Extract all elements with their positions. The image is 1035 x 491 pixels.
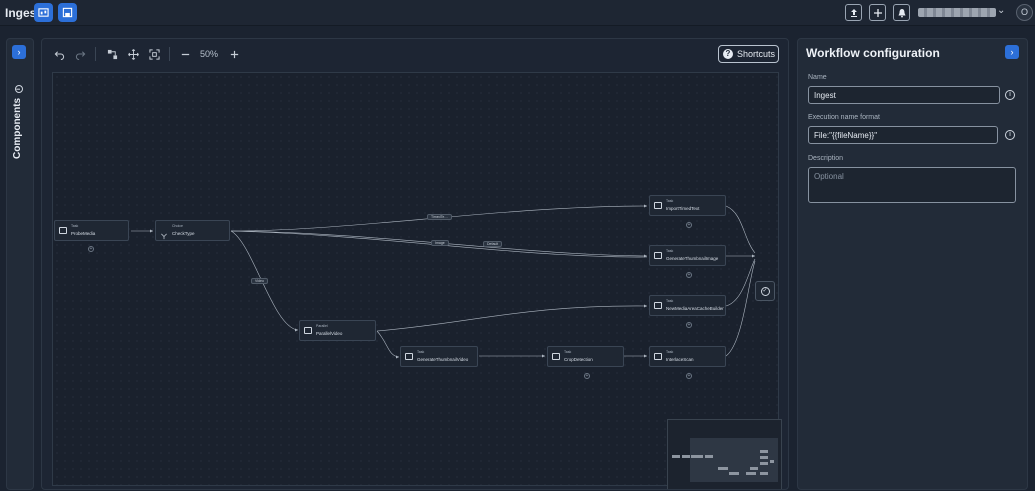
minus-icon xyxy=(181,53,189,55)
avatar[interactable]: O xyxy=(1016,4,1033,21)
info-icon[interactable]: i xyxy=(1005,130,1015,140)
parallel-icon xyxy=(304,327,312,334)
add-step-button[interactable]: + xyxy=(584,373,590,379)
workflow-canvas: 50% ? Shortcuts Task ProbeMedia + Choice… xyxy=(41,38,789,490)
add-step-button[interactable]: + xyxy=(686,373,692,379)
user-name-redacted[interactable] xyxy=(918,8,996,17)
workflow-icon xyxy=(38,8,49,17)
minimap[interactable] xyxy=(667,419,782,489)
redo-icon xyxy=(75,50,85,60)
shortcuts-label: Shortcuts xyxy=(737,49,776,59)
node-crop-detection[interactable]: Task CropDetection xyxy=(547,346,624,367)
add-step-button[interactable]: + xyxy=(686,272,692,278)
fit-view-button[interactable] xyxy=(146,46,162,62)
components-label[interactable]: Components i xyxy=(12,85,23,159)
zoom-level: 50% xyxy=(200,49,219,59)
components-rail: › Components i xyxy=(6,38,34,490)
auto-layout-button[interactable] xyxy=(104,46,120,62)
add-button[interactable] xyxy=(869,4,886,21)
shortcuts-button[interactable]: ? Shortcuts xyxy=(718,45,779,63)
zoom-out-button[interactable] xyxy=(177,46,193,62)
add-step-button[interactable]: + xyxy=(686,222,692,228)
add-step-button[interactable]: + xyxy=(88,246,94,252)
redo-button[interactable] xyxy=(72,46,88,62)
help-icon: ? xyxy=(723,49,733,59)
fit-view-icon xyxy=(148,48,160,60)
task-icon xyxy=(552,353,560,360)
description-label: Description xyxy=(808,155,844,162)
execution-name-format-label: Execution name format xyxy=(808,114,880,121)
chevron-down-icon[interactable]: ⌄ xyxy=(997,5,1005,16)
panel-title: Workflow configuration xyxy=(806,46,940,60)
info-icon: i xyxy=(15,85,23,94)
node-import-timed-text[interactable]: Task ImportTimedText xyxy=(649,195,726,216)
move-icon xyxy=(127,48,139,60)
edge-label-timed-text[interactable]: TimedTe… xyxy=(427,214,452,220)
undo-button[interactable] xyxy=(51,46,67,62)
zoom-in-button[interactable] xyxy=(226,46,242,62)
task-icon xyxy=(654,302,662,309)
workflow-configuration-panel: Workflow configuration › Name i Executio… xyxy=(797,38,1028,490)
description-field[interactable] xyxy=(808,167,1016,203)
name-label: Name xyxy=(808,74,827,81)
add-step-button[interactable]: + xyxy=(686,322,692,328)
task-icon xyxy=(654,202,662,209)
collapse-panel-button[interactable]: › xyxy=(1005,45,1019,59)
plus-icon xyxy=(873,8,882,17)
node-probe-media[interactable]: Task ProbeMedia xyxy=(54,220,129,241)
edge-label-image[interactable]: Image xyxy=(431,240,449,246)
execution-name-format-field[interactable] xyxy=(808,126,998,144)
task-icon xyxy=(654,252,662,259)
save-icon xyxy=(62,7,73,18)
node-parallel-video[interactable]: Parallel ParallelVideo xyxy=(299,320,376,341)
top-bar: Ingest ⌄ O xyxy=(0,0,1035,26)
end-node[interactable]: ✓ xyxy=(755,281,775,301)
plus-icon xyxy=(230,50,238,58)
info-icon[interactable]: i xyxy=(1005,90,1015,100)
minimap-viewport[interactable] xyxy=(690,438,778,482)
node-check-type[interactable]: Choice CheckType xyxy=(155,220,230,241)
upload-icon xyxy=(850,8,857,17)
bell-icon xyxy=(898,8,905,17)
edge-label-video[interactable]: Video xyxy=(251,278,268,284)
task-icon xyxy=(654,353,662,360)
edge-label-default[interactable]: Default xyxy=(483,241,503,247)
save-button[interactable] xyxy=(58,3,77,22)
node-generate-thumbnail-image[interactable]: Task GenerateThumbnailImage xyxy=(649,245,726,266)
canvas-toolbar: 50% ? Shortcuts xyxy=(42,39,788,69)
name-field[interactable] xyxy=(808,86,1000,104)
graph-area[interactable]: Task ProbeMedia + Choice CheckType Task … xyxy=(52,72,782,489)
node-generate-thumbnail-video[interactable]: Task GenerateThumbnailVideo xyxy=(400,346,478,367)
node-interlace-scan[interactable]: Task InterlaceScan xyxy=(649,346,726,367)
pan-button[interactable] xyxy=(125,46,141,62)
notifications-button[interactable] xyxy=(893,4,910,21)
expand-components-button[interactable]: › xyxy=(12,45,26,59)
upload-button[interactable] xyxy=(845,4,862,21)
undo-icon xyxy=(54,50,64,60)
choice-icon xyxy=(160,227,168,240)
layout-icon xyxy=(107,49,117,59)
task-icon xyxy=(405,353,413,360)
workflow-view-button[interactable] xyxy=(34,3,53,22)
task-icon xyxy=(59,227,67,234)
node-media-area-cache-builder[interactable]: Task NewMediaAreaCacheBuilder xyxy=(649,295,726,316)
check-icon: ✓ xyxy=(760,286,770,296)
